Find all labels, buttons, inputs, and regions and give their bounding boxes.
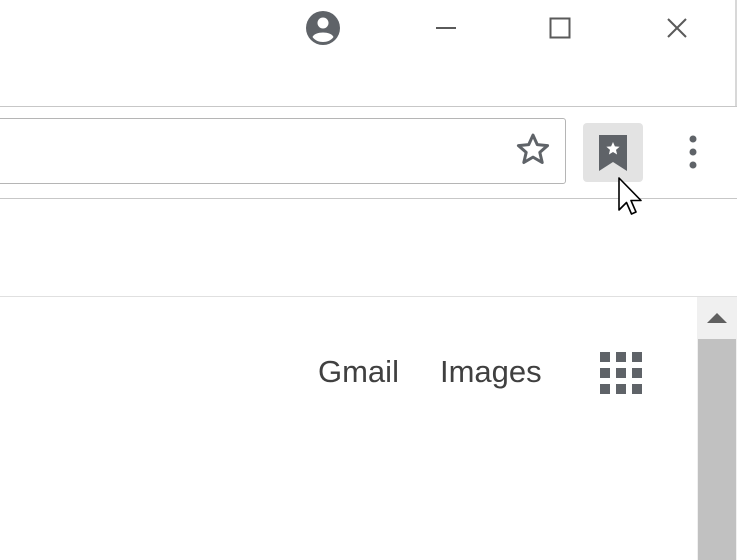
profile-button[interactable] bbox=[300, 8, 346, 48]
images-link[interactable]: Images bbox=[440, 352, 542, 392]
gmail-link[interactable]: Gmail bbox=[318, 352, 399, 392]
address-bar[interactable] bbox=[0, 118, 566, 184]
apps-launcher-button[interactable] bbox=[600, 352, 642, 394]
bookmark-extension-button[interactable] bbox=[583, 123, 643, 182]
scrollbar-thumb[interactable] bbox=[698, 339, 736, 560]
bookmarks-bar bbox=[0, 199, 737, 297]
close-icon bbox=[667, 18, 687, 38]
apps-grid-icon bbox=[600, 352, 642, 394]
maximize-button[interactable] bbox=[538, 8, 582, 48]
minimize-icon bbox=[436, 27, 456, 29]
maximize-icon bbox=[549, 17, 571, 39]
vertical-dots-icon bbox=[689, 135, 697, 169]
minimize-button[interactable] bbox=[424, 8, 468, 48]
bookmark-star-icon bbox=[599, 134, 627, 171]
page-content bbox=[0, 297, 697, 560]
browser-menu-button[interactable] bbox=[676, 130, 710, 174]
scroll-up-button[interactable] bbox=[697, 297, 737, 339]
window-titlebar bbox=[0, 0, 737, 106]
star-outline-icon bbox=[516, 133, 550, 165]
triangle-up-icon bbox=[707, 313, 727, 323]
close-button[interactable] bbox=[655, 8, 699, 48]
bookmark-page-button[interactable] bbox=[510, 127, 556, 173]
vertical-scrollbar[interactable] bbox=[697, 297, 737, 560]
account-circle-icon bbox=[306, 11, 340, 45]
